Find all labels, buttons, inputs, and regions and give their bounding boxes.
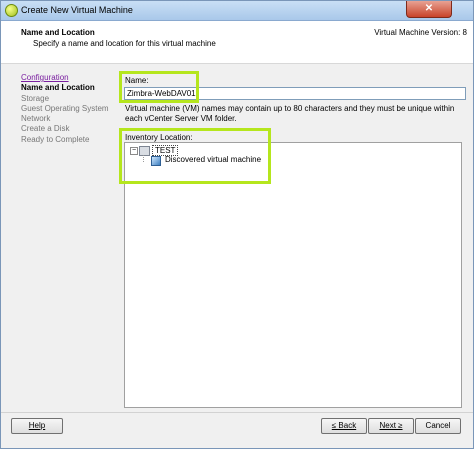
- title-bar[interactable]: Create New Virtual Machine ✕: [1, 1, 473, 21]
- step-name-and-location: Name and Location: [21, 83, 95, 93]
- step-network: Network: [21, 114, 51, 124]
- step-ready-to-complete: Ready to Complete: [21, 134, 90, 144]
- vm-name-input[interactable]: [124, 87, 466, 100]
- next-button[interactable]: Next ≥: [368, 418, 414, 434]
- inventory-location-label: Inventory Location:: [125, 133, 193, 142]
- next-button-label: Next ≥: [379, 421, 403, 430]
- name-label: Name:: [125, 76, 149, 85]
- vm-version-label: Virtual Machine Version: 8: [374, 28, 467, 37]
- inventory-tree[interactable]: − TEST Discovered virtual machine: [124, 142, 462, 408]
- cancel-button[interactable]: Cancel: [415, 418, 461, 434]
- step-guest-os: Guest Operating System: [21, 103, 109, 113]
- wizard-header: Name and Location Specify a name and loc…: [1, 21, 473, 64]
- name-help-text: Virtual machine (VM) names may contain u…: [125, 104, 455, 123]
- back-button[interactable]: ≤ Back: [321, 418, 367, 434]
- step-configuration[interactable]: Configuration: [21, 73, 121, 83]
- cancel-button-label: Cancel: [425, 421, 451, 430]
- vm-folder-icon: [151, 156, 161, 166]
- page-title: Name and Location: [21, 28, 95, 37]
- tree-item-discovered-vm[interactable]: Discovered virtual machine: [165, 155, 261, 164]
- step-create-disk: Create a Disk: [21, 124, 70, 134]
- footer-divider: [1, 412, 473, 413]
- wizard-steps: Configuration Name and Location Storage …: [21, 73, 121, 145]
- vsphere-app-icon: [5, 4, 18, 17]
- collapse-toggle-icon[interactable]: −: [130, 147, 138, 155]
- back-button-label: ≤ Back: [331, 421, 357, 430]
- tree-connector: [143, 155, 145, 162]
- help-button-label: Help: [28, 421, 46, 430]
- window-title: Create New Virtual Machine: [21, 5, 133, 15]
- page-subtitle: Specify a name and location for this vir…: [33, 39, 216, 48]
- close-button[interactable]: ✕: [406, 1, 452, 18]
- create-vm-dialog: Create New Virtual Machine ✕ Name and Lo…: [0, 0, 474, 449]
- help-button[interactable]: Help: [11, 418, 63, 434]
- step-storage: Storage: [21, 93, 50, 103]
